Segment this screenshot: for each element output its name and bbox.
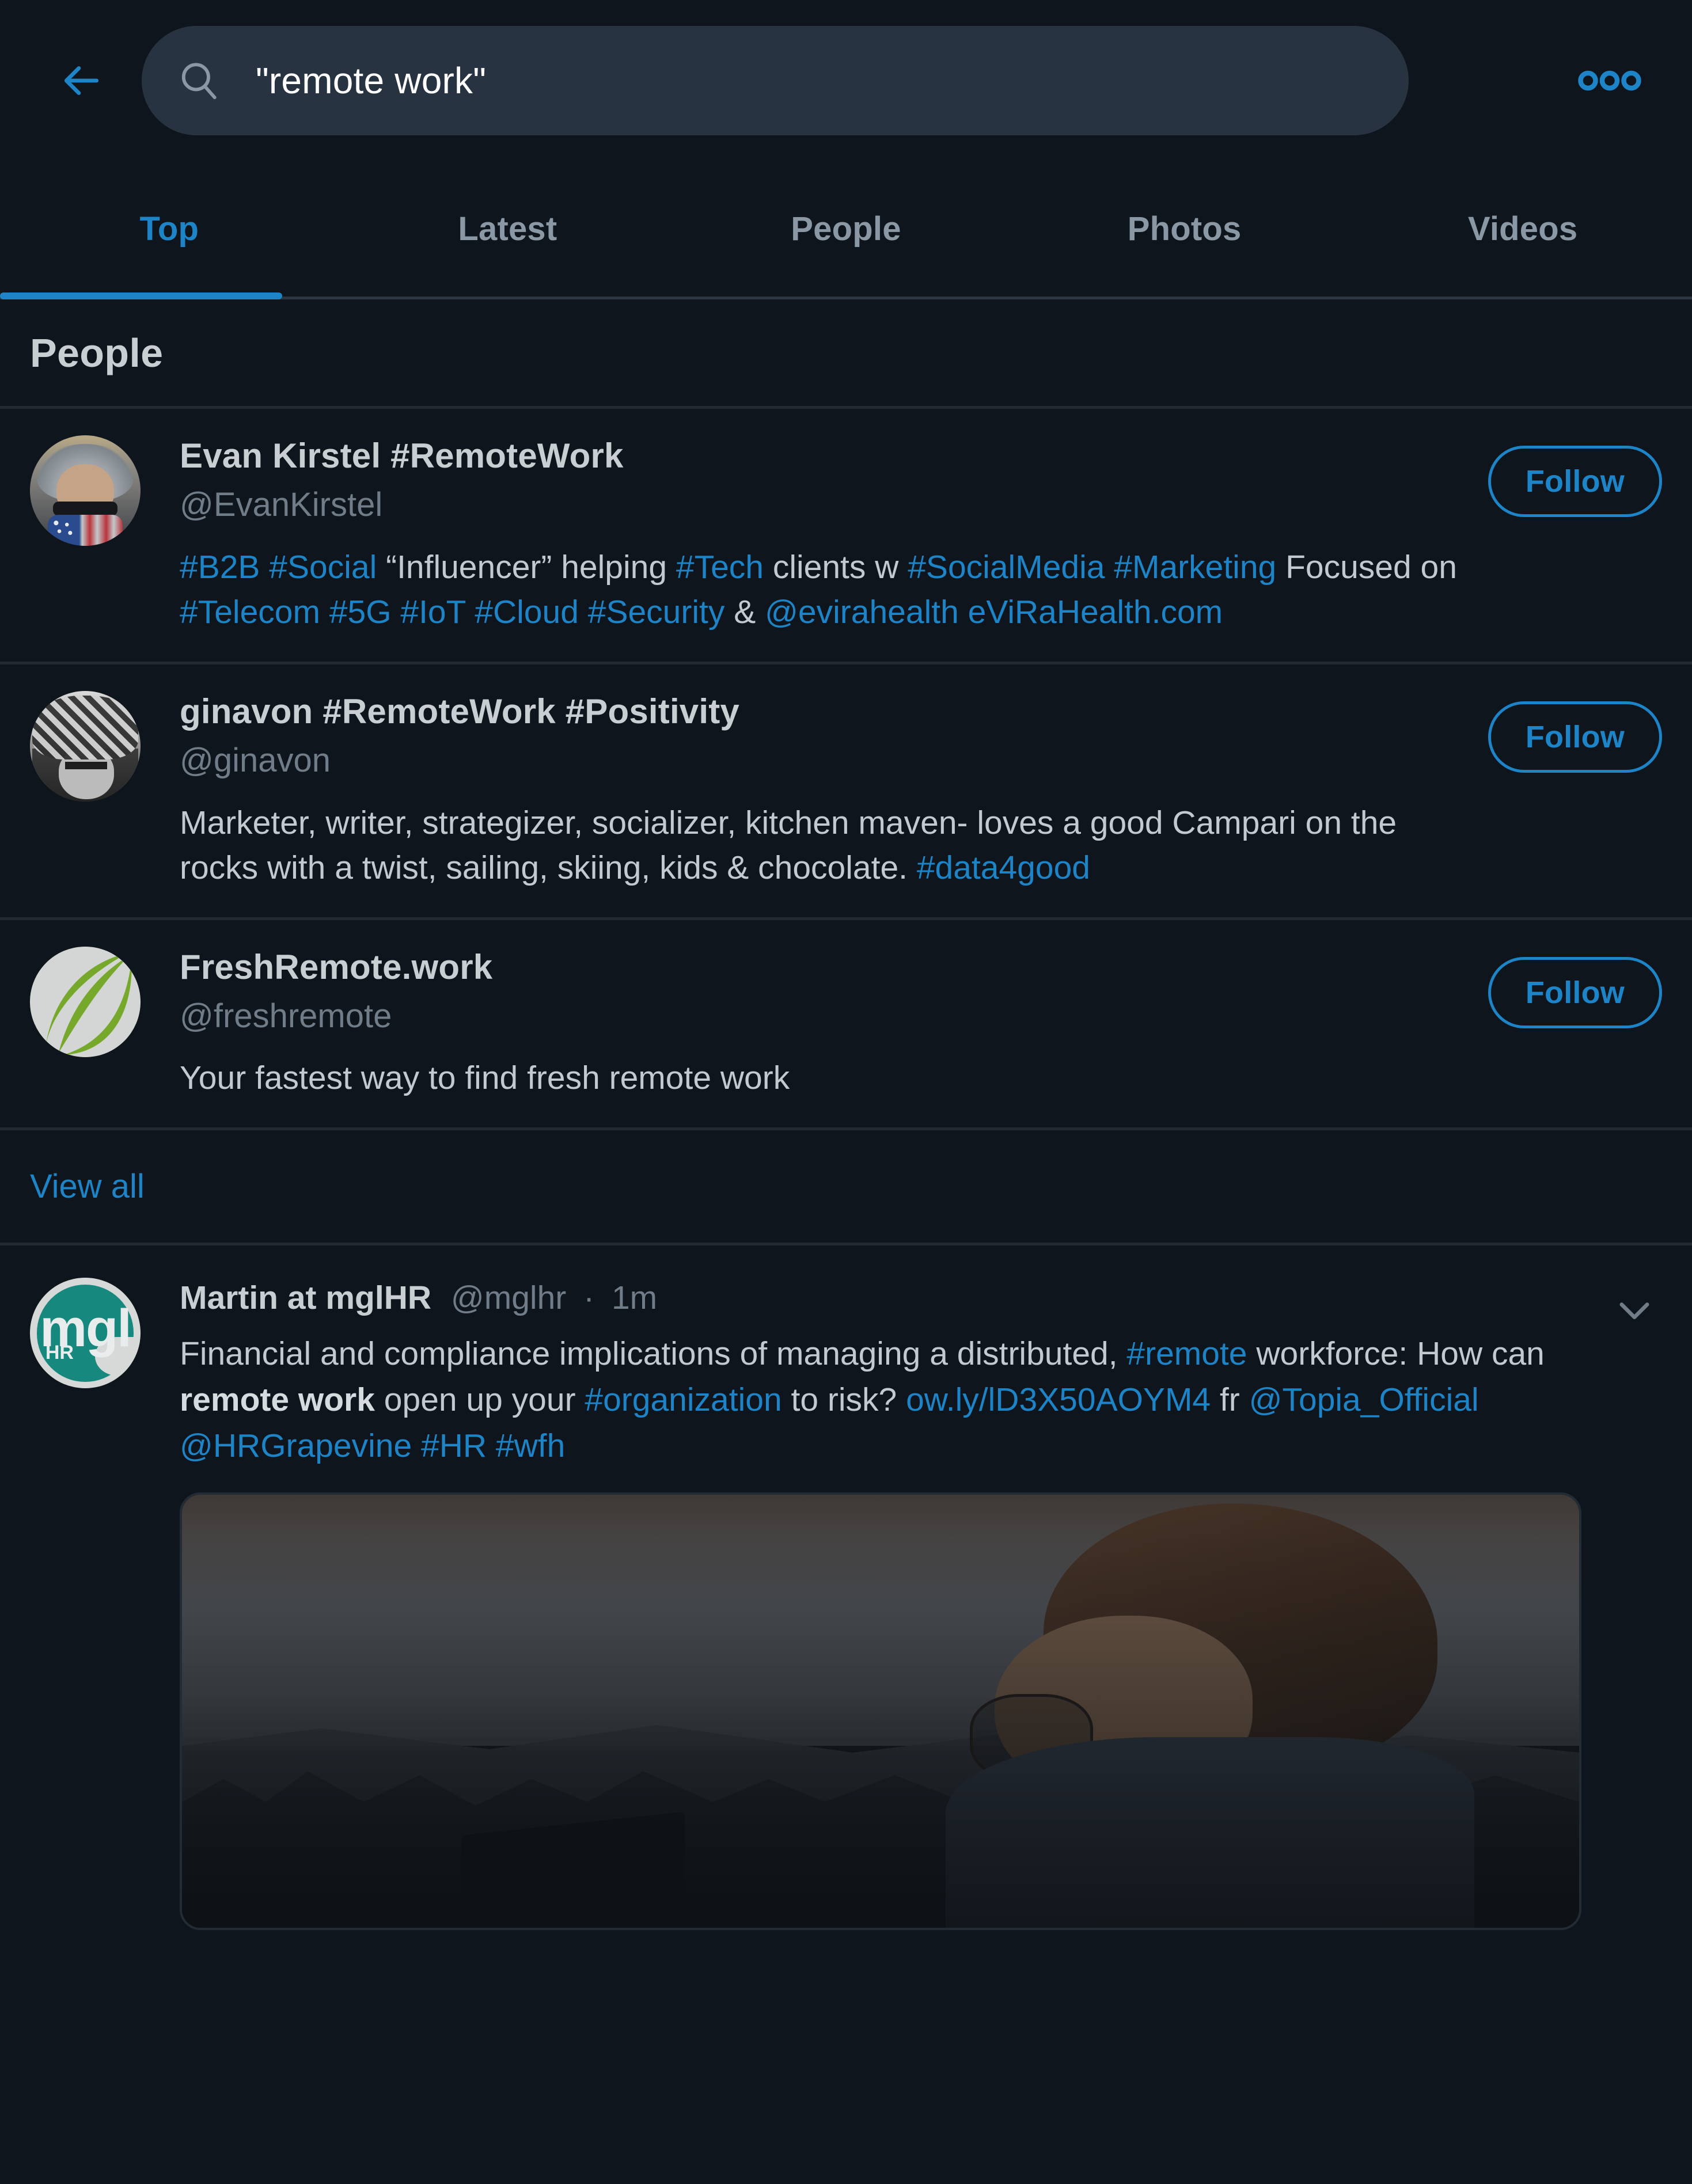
avatar[interactable] <box>30 435 141 546</box>
tab-top[interactable]: Top <box>0 210 339 248</box>
avatar[interactable]: mgl HR <box>30 1278 141 1389</box>
person-details: Evan Kirstel #RemoteWork @EvanKirstel #B… <box>141 435 1488 635</box>
tweet-timestamp[interactable]: 1m <box>612 1279 657 1316</box>
active-tab-indicator <box>0 293 282 299</box>
people-section-header: People <box>0 299 1692 409</box>
person-display-name: Evan Kirstel #RemoteWork <box>180 436 624 475</box>
follow-button[interactable]: Follow <box>1488 701 1662 773</box>
avatar[interactable] <box>30 690 141 802</box>
arrow-left-icon <box>61 59 104 102</box>
follow-button[interactable]: Follow <box>1488 446 1662 517</box>
more-options-button[interactable] <box>1566 37 1653 124</box>
tweet-author-handle[interactable]: @mglhr <box>451 1279 566 1316</box>
tweet-item[interactable]: mgl HR Martin at mglHR @mglhr · 1m Finan… <box>0 1245 1692 1930</box>
people-list-item[interactable]: ginavon #RemoteWork #Positivity @ginavon… <box>0 664 1692 920</box>
tweet-author-name[interactable]: Martin at mglHR <box>180 1279 431 1316</box>
media-artwork <box>182 1494 1579 1928</box>
person-handle: @EvanKirstel <box>180 486 383 523</box>
person-bio: Your fastest way to find fresh remote wo… <box>180 1059 790 1097</box>
twitter-search-screen: "remote work" Top Latest People Photos V… <box>0 0 1692 2184</box>
back-button[interactable] <box>39 37 126 124</box>
person-handle: @ginavon <box>180 741 331 779</box>
search-field[interactable]: "remote work" <box>142 26 1409 135</box>
tab-photos[interactable]: Photos <box>1015 210 1354 248</box>
search-icon <box>177 59 220 102</box>
tab-videos[interactable]: Videos <box>1353 210 1692 248</box>
person-bio: #B2B #Social “Influencer” helping #Tech … <box>180 548 1457 631</box>
tweet-separator: · <box>583 1279 595 1317</box>
person-display-name: FreshRemote.work <box>180 947 493 986</box>
tweet-header: Martin at mglHR @mglhr · 1m <box>180 1278 1581 1319</box>
tab-latest[interactable]: Latest <box>339 210 677 248</box>
chevron-down-icon <box>1613 1288 1656 1332</box>
tweet-content: Martin at mglHR @mglhr · 1m Financial an… <box>141 1278 1662 1930</box>
person-display-name: ginavon #RemoteWork #Positivity <box>180 692 740 731</box>
person-handle: @freshremote <box>180 997 392 1035</box>
tweet-text: Financial and compliance implications of… <box>180 1335 1545 1464</box>
tweet-media-image[interactable] <box>180 1492 1581 1930</box>
person-bio: Marketer, writer, strategizer, socialize… <box>180 804 1397 887</box>
tweet-overflow-button[interactable] <box>1607 1282 1662 1338</box>
people-list-item[interactable]: Evan Kirstel #RemoteWork @EvanKirstel #B… <box>0 409 1692 664</box>
search-input-value[interactable]: "remote work" <box>256 59 486 102</box>
view-all-link[interactable]: View all <box>30 1167 145 1206</box>
more-horizontal-icon <box>1575 63 1644 98</box>
people-list-item[interactable]: FreshRemote.work @freshremote Your faste… <box>0 920 1692 1131</box>
search-header: "remote work" <box>0 0 1692 161</box>
follow-button[interactable]: Follow <box>1488 956 1662 1028</box>
tab-people[interactable]: People <box>677 210 1015 248</box>
avatar[interactable] <box>30 946 141 1057</box>
leaf-logo-icon <box>45 953 132 1055</box>
view-all-people-row[interactable]: View all <box>0 1130 1692 1246</box>
search-tabs: Top Latest People Photos Videos <box>0 161 1692 299</box>
person-details: FreshRemote.work @freshremote Your faste… <box>141 947 1488 1101</box>
people-section-title: People <box>30 330 164 375</box>
person-details: ginavon #RemoteWork #Positivity @ginavon… <box>141 691 1488 891</box>
